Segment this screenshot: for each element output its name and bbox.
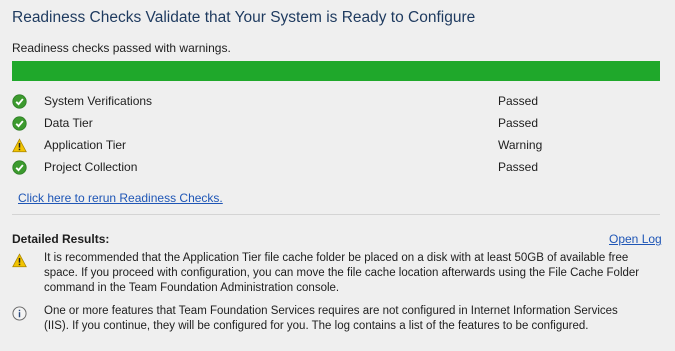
summary-text: Readiness checks passed with warnings.	[12, 41, 231, 55]
divider	[12, 214, 660, 215]
warning-icon	[12, 138, 27, 153]
check-row-project-collection: Project Collection Passed	[12, 157, 660, 179]
detail-item-warning: It is recommended that the Application T…	[12, 251, 652, 301]
check-name: Data Tier	[44, 116, 93, 130]
progress-fill	[12, 61, 660, 81]
warning-icon	[12, 253, 27, 268]
page-title: Readiness Checks Validate that Your Syst…	[12, 9, 476, 26]
info-icon	[12, 306, 27, 321]
detailed-results-heading: Detailed Results:	[12, 232, 110, 246]
open-log-link[interactable]: Open Log	[609, 232, 662, 246]
check-name: Application Tier	[44, 138, 127, 152]
check-icon	[12, 116, 27, 131]
rerun-readiness-checks-link[interactable]: Click here to rerun Readiness Checks.	[18, 191, 223, 205]
check-status: Passed	[498, 116, 539, 130]
detail-text: One or more features that Team Foundatio…	[44, 305, 618, 332]
check-status: Passed	[498, 160, 539, 174]
check-status: Warning	[498, 138, 543, 152]
check-row-system-verifications: System Verifications Passed	[12, 91, 660, 113]
check-row-application-tier: Application Tier Warning	[12, 135, 660, 157]
check-name: System Verifications	[44, 94, 153, 108]
detail-text: It is recommended that the Application T…	[44, 252, 640, 294]
check-icon	[12, 94, 27, 109]
check-status: Passed	[498, 94, 539, 108]
check-name: Project Collection	[44, 160, 138, 174]
check-icon	[12, 160, 27, 175]
checks-list: System Verifications Passed Data Tier Pa…	[12, 91, 660, 179]
detail-item-info: One or more features that Team Foundatio…	[12, 304, 652, 338]
check-row-data-tier: Data Tier Passed	[12, 113, 660, 135]
readiness-progress-bar	[12, 61, 660, 81]
